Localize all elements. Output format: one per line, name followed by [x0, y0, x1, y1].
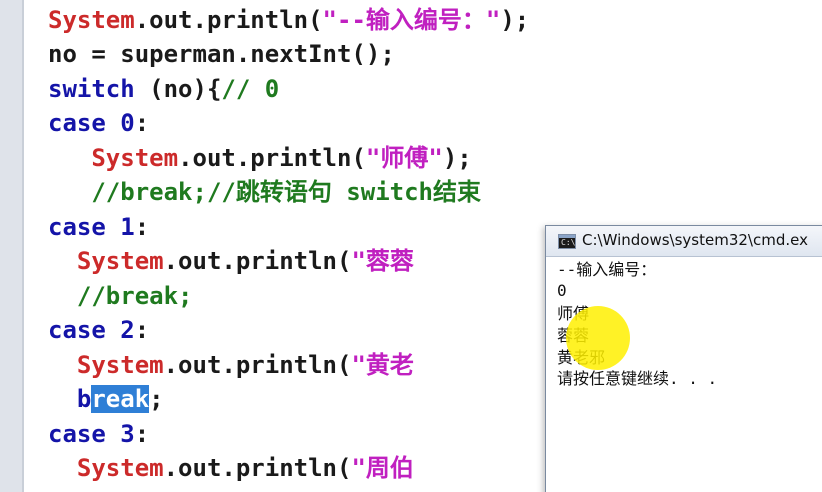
console-output-line: 请按任意键继续. . .: [557, 369, 718, 388]
code-line[interactable]: System.out.println("蓉蓉: [48, 244, 414, 278]
code-token: System: [91, 144, 179, 172]
code-token: System: [76, 351, 164, 379]
code-line[interactable]: break;: [48, 382, 164, 416]
code-line[interactable]: case 0:: [48, 106, 149, 140]
code-line[interactable]: System.out.println("黄老: [48, 348, 414, 382]
code-line[interactable]: System.out.println("师傅");: [48, 141, 472, 175]
code-token: 0: [120, 109, 135, 137]
code-line[interactable]: case 3:: [48, 417, 149, 451]
code-token: :: [134, 109, 150, 137]
code-line[interactable]: no = superman.nextInt();: [48, 37, 395, 71]
code-token: "师傅": [365, 144, 443, 172]
screen: System.out.println("--输入编号："); no = super…: [0, 0, 822, 492]
code-token: :: [134, 420, 150, 448]
code-token: b: [76, 385, 92, 413]
code-token: .out.println(: [163, 247, 352, 275]
code-line[interactable]: case 1:: [48, 210, 149, 244]
code-token: .out.println(: [178, 144, 366, 172]
code-token: //break;//跳转语句 switch结束: [91, 178, 481, 206]
code-token: // 0: [221, 75, 280, 103]
code-line[interactable]: System.out.println("--输入编号：");: [48, 3, 529, 37]
cmd-window-icon: C:\: [558, 234, 576, 249]
code-token: System: [76, 454, 164, 482]
code-line[interactable]: System.out.println("周伯: [48, 451, 414, 485]
code-line[interactable]: //break;//跳转语句 switch结束: [48, 175, 481, 209]
code-token: 2: [120, 316, 135, 344]
code-token: .out.println(: [134, 6, 323, 34]
console-title: C:\Windows\system32\cmd.ex: [582, 231, 808, 249]
code-line[interactable]: switch (no){// 0: [48, 72, 279, 106]
code-token: "黄老: [351, 351, 414, 379]
console-output-line: 0: [557, 281, 567, 300]
code-token: case: [48, 420, 106, 448]
code-token: );: [500, 6, 530, 34]
code-token: case: [48, 213, 106, 241]
code-token: case: [48, 109, 106, 137]
code-line[interactable]: //break;: [48, 279, 193, 313]
code-token: switch: [48, 75, 135, 103]
console-output-line: --输入编号：: [557, 260, 657, 279]
code-token: :: [134, 213, 150, 241]
code-token: "周伯: [351, 454, 414, 482]
code-token: //break;: [76, 282, 193, 310]
code-token: System: [76, 247, 164, 275]
code-token: reak: [91, 385, 150, 413]
console-output: --输入编号：0师傅蓉蓉黄老邪请按任意键继续. . .: [546, 257, 822, 492]
code-token: );: [442, 144, 472, 172]
code-token: ;: [149, 385, 164, 413]
code-token: 3: [120, 420, 135, 448]
editor-gutter: [0, 0, 22, 492]
editor-gutter-border: [22, 0, 24, 492]
code-token: .out.println(: [163, 454, 352, 482]
code-token: :: [134, 316, 150, 344]
code-token: "蓉蓉: [351, 247, 414, 275]
code-token: no = superman.nextInt();: [48, 40, 395, 68]
code-token: System: [48, 6, 135, 34]
code-line[interactable]: case 2:: [48, 313, 149, 347]
code-token: 1: [120, 213, 135, 241]
code-token: (no){: [134, 75, 222, 103]
console-titlebar[interactable]: C:\ C:\Windows\system32\cmd.ex: [546, 226, 822, 257]
code-token: .out.println(: [163, 351, 352, 379]
code-token: "--输入编号：": [322, 6, 501, 34]
code-token: case: [48, 316, 106, 344]
